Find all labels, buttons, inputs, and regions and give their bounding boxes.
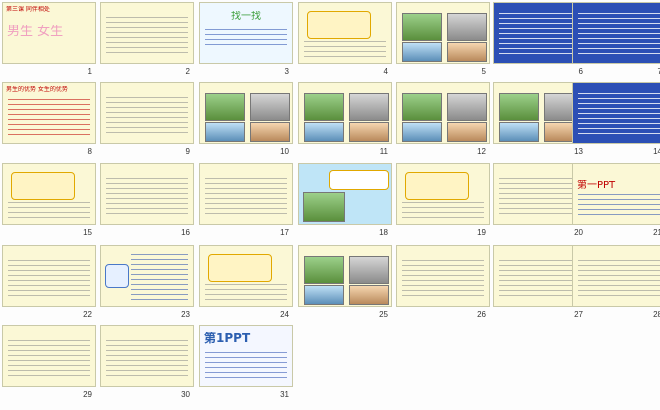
slide-number: 16 — [181, 228, 190, 237]
slide-preview — [2, 325, 96, 387]
slide-preview — [199, 245, 293, 307]
slide-title: 第三课 同伴相处 — [6, 6, 50, 13]
slide-preview — [100, 163, 194, 225]
slide-thumbnail-18[interactable]: 18 — [298, 163, 392, 243]
slide-number: 5 — [481, 67, 486, 76]
slide-preview: 男生 女生 第三课 同伴相处 — [2, 2, 96, 64]
slide-thumbnail-19[interactable]: 19 — [396, 163, 490, 243]
slide-preview: 找一找 — [199, 2, 293, 64]
slide-thumbnail-12[interactable]: 12 — [396, 82, 490, 162]
slide-number: 18 — [379, 228, 388, 237]
slide-number: 23 — [181, 310, 190, 319]
slide-preview: 第1PPT — [199, 325, 293, 387]
slide-number: 2 — [185, 67, 190, 76]
slide-thumbnail-23[interactable]: 23 — [100, 245, 194, 325]
slide-heading: 第一PPT — [577, 180, 616, 191]
slide-number: 4 — [383, 67, 388, 76]
slide-sorter: 男生 女生 第三课 同伴相处 1 2 找一找 3 4 5 6 7 男生的优势 女生的优势 8 9 10 11… — [0, 0, 660, 410]
slide-thumbnail-17[interactable]: 17 — [199, 163, 293, 243]
slide-preview — [396, 163, 490, 225]
slide-thumbnail-3[interactable]: 找一找 3 — [199, 2, 293, 82]
slide-thumbnail-24[interactable]: 24 — [199, 245, 293, 325]
slide-thumbnail-2[interactable]: 2 — [100, 2, 194, 82]
slide-thumbnail-26[interactable]: 26 — [396, 245, 490, 325]
slide-thumbnail-25[interactable]: 25 — [298, 245, 392, 325]
slide-thumbnail-21[interactable]: 第一PPT 21 — [572, 163, 660, 243]
slide-preview — [396, 245, 490, 307]
slide-preview — [298, 82, 392, 144]
slide-thumbnail-15[interactable]: 15 — [2, 163, 96, 243]
slide-number: 24 — [280, 310, 289, 319]
slide-number: 28 — [653, 310, 660, 319]
slide-thumbnail-29[interactable]: 29 — [2, 325, 96, 405]
slide-number: 12 — [477, 147, 486, 156]
slide-title: 男生的优势 女生的优势 — [6, 86, 68, 93]
slide-thumbnail-28[interactable]: 28 — [572, 245, 660, 325]
slide-preview — [298, 163, 392, 225]
slide-preview: 男生的优势 女生的优势 — [2, 82, 96, 144]
slide-thumbnail-10[interactable]: 10 — [199, 82, 293, 162]
slide-number: 29 — [83, 390, 92, 399]
slide-number: 25 — [379, 310, 388, 319]
slide-preview — [298, 2, 392, 64]
slide-thumbnail-11[interactable]: 11 — [298, 82, 392, 162]
slide-thumbnail-1[interactable]: 男生 女生 第三课 同伴相处 1 — [2, 2, 96, 82]
slide-number: 8 — [87, 147, 92, 156]
slide-preview — [100, 82, 194, 144]
slide-number: 19 — [477, 228, 486, 237]
slide-preview — [572, 82, 660, 144]
slide-heading: 找一找 — [231, 11, 261, 22]
slide-heading: 男生 女生 — [7, 25, 64, 39]
slide-thumbnail-31[interactable]: 第1PPT 31 — [199, 325, 293, 405]
slide-thumbnail-5[interactable]: 5 — [396, 2, 490, 82]
slide-thumbnail-9[interactable]: 9 — [100, 82, 194, 162]
slide-preview — [199, 163, 293, 225]
slide-preview — [100, 245, 194, 307]
slide-number: 3 — [284, 67, 289, 76]
slide-number: 10 — [280, 147, 289, 156]
slide-thumbnail-16[interactable]: 16 — [100, 163, 194, 243]
slide-number: 26 — [477, 310, 486, 319]
slide-number: 11 — [379, 147, 388, 156]
slide-number: 1 — [87, 67, 92, 76]
slide-number: 30 — [181, 390, 190, 399]
slide-number: 22 — [83, 310, 92, 319]
slide-thumbnail-30[interactable]: 30 — [100, 325, 194, 405]
slide-thumbnail-22[interactable]: 22 — [2, 245, 96, 325]
slide-number: 17 — [280, 228, 289, 237]
slide-preview: 第一PPT — [572, 163, 660, 225]
slide-preview — [298, 245, 392, 307]
slide-preview — [2, 245, 96, 307]
slide-number: 31 — [280, 390, 289, 399]
slide-heading: 第1PPT — [204, 332, 251, 344]
slide-preview — [572, 2, 660, 64]
slide-preview — [2, 163, 96, 225]
slide-number: 9 — [185, 147, 190, 156]
slide-number: 15 — [83, 228, 92, 237]
slide-number: 14 — [653, 147, 660, 156]
slide-number: 21 — [653, 228, 660, 237]
slide-preview — [100, 2, 194, 64]
slide-preview — [100, 325, 194, 387]
slide-thumbnail-4[interactable]: 4 — [298, 2, 392, 82]
slide-preview — [199, 82, 293, 144]
slide-preview — [396, 2, 490, 64]
slide-preview — [572, 245, 660, 307]
slide-thumbnail-8[interactable]: 男生的优势 女生的优势 8 — [2, 82, 96, 162]
slide-thumbnail-7[interactable]: 7 — [572, 2, 660, 82]
slide-preview — [396, 82, 490, 144]
slide-thumbnail-14[interactable]: 14 — [572, 82, 660, 162]
